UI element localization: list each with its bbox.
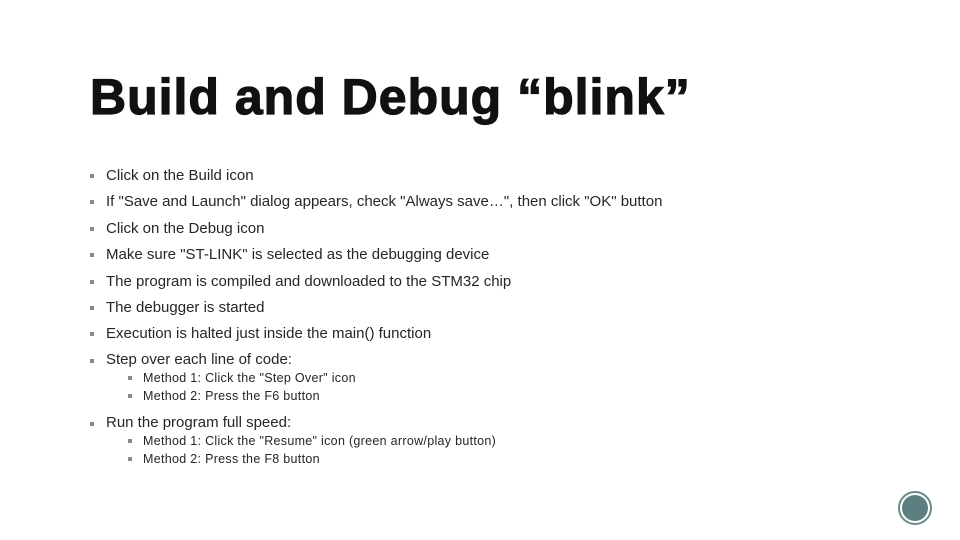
- sub-bullet-item: Method 2: Press the F8 button: [128, 450, 662, 469]
- bullet-item: Click on the Debug icon: [90, 219, 662, 239]
- sub-bullet-item: Method 1: Click the "Step Over" icon: [128, 369, 662, 388]
- sub-bullet-marker-icon: [128, 457, 132, 462]
- sub-bullet-marker-icon: [128, 438, 132, 443]
- bullet-text: Step over each line of code:: [106, 350, 292, 368]
- bullet-text: Click on the Debug icon: [106, 219, 265, 237]
- bullet-item: If "Save and Launch" dialog appears, che…: [90, 192, 662, 212]
- bullet-text: Run the program full speed:: [106, 413, 292, 431]
- sub-bullet-marker-icon: [128, 375, 132, 380]
- bullet-item-run: Run the program full speed: Method 1: Cl…: [90, 414, 662, 469]
- bullet-marker-icon: [90, 174, 94, 178]
- bullet-text: Click on the Build icon: [106, 167, 254, 184]
- bullet-item: Click on the Build icon: [90, 166, 662, 186]
- bullet-text: Execution is halted just inside the main…: [106, 325, 432, 343]
- bullet-item: Make sure "ST-LINK" is selected as the d…: [90, 245, 662, 265]
- bullet-text: The debugger is started: [106, 298, 265, 316]
- bullet-marker-icon: [90, 200, 94, 205]
- bullet-text: The program is compiled and downloaded t…: [106, 272, 512, 290]
- bullet-item: The program is compiled and downloaded t…: [90, 272, 662, 292]
- sub-bullet-text: Method 1: Click the "Resume" icon (green…: [143, 433, 497, 448]
- sub-bullet-text: Method 2: Press the F8 button: [143, 452, 320, 467]
- sub-bullet-text: Method 1: Click the "Step Over" icon: [143, 370, 356, 385]
- sub-bullet-list: Method 1: Click the "Resume" icon (green…: [106, 432, 662, 469]
- sub-bullet-item: Method 1: Click the "Resume" icon (green…: [128, 432, 662, 451]
- bullet-marker-icon: [90, 226, 94, 231]
- sub-bullet-list: Method 1: Click the "Step Over" icon Met…: [106, 369, 662, 406]
- bullet-marker-icon: [90, 253, 94, 258]
- bullet-item: The debugger is started: [90, 298, 662, 318]
- bullet-text: Make sure "ST-LINK" is selected as the d…: [106, 246, 490, 264]
- bullet-list: Click on the Build icon If "Save and Lau…: [90, 166, 662, 477]
- sub-bullet-item: Method 2: Press the F6 button: [128, 387, 662, 406]
- bullet-marker-icon: [90, 279, 94, 284]
- bullet-marker-icon: [90, 358, 94, 363]
- bullet-text: If "Save and Launch" dialog appears, che…: [106, 193, 663, 211]
- sub-bullet-marker-icon: [128, 394, 132, 399]
- bullet-marker-icon: [90, 305, 94, 310]
- sub-bullet-text: Method 2: Press the F6 button: [143, 389, 320, 404]
- bullet-marker-icon: [90, 421, 94, 426]
- circle-nav-fill: [902, 495, 928, 521]
- bullet-item: Execution is halted just inside the main…: [90, 324, 662, 344]
- bullet-item-step-over: Step over each line of code: Method 1: C…: [90, 351, 662, 406]
- circle-nav-icon[interactable]: [898, 491, 932, 525]
- slide-title: Build and Debug “blink”: [89, 68, 691, 125]
- bullet-marker-icon: [90, 332, 94, 337]
